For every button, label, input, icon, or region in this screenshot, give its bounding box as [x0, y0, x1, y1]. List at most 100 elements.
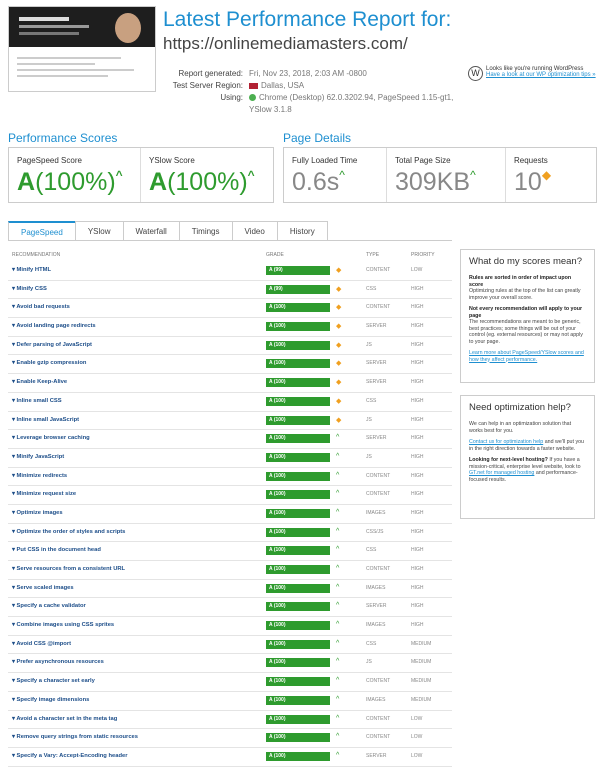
- wordpress-notice: W Looks like you're running WordPress Hav…: [468, 66, 598, 81]
- recommendation-name[interactable]: Minify JavaScript: [12, 454, 65, 460]
- panel-bold-text: Not every recommendation will apply to y…: [469, 306, 583, 319]
- type-cell: JS: [366, 453, 372, 460]
- panel-text: The recommendations are meant to be gene…: [469, 319, 583, 345]
- table-row[interactable]: Minify HTML A (99) ◆ CONTENT LOW: [8, 262, 452, 281]
- report-url[interactable]: https://onlinemediamasters.com/: [163, 34, 408, 54]
- up-arrow-icon: ^: [336, 546, 340, 554]
- type-cell: CSS: [366, 285, 377, 292]
- recommendation-name[interactable]: Leverage browser caching: [12, 435, 90, 441]
- recommendation-name[interactable]: Avoid bad requests: [12, 304, 70, 310]
- table-row[interactable]: Enable Keep-Alive A (100) ◆ SERVER HIGH: [8, 374, 452, 393]
- table-row[interactable]: Prefer asynchronous resources A (100) ^ JS M…: [8, 654, 452, 674]
- diamond-icon: ◆: [336, 323, 342, 331]
- type-cell: IMAGES: [366, 622, 386, 629]
- table-row[interactable]: Optimize the order of styles and scripts…: [8, 524, 452, 543]
- up-arrow-icon: ^: [336, 434, 340, 442]
- table-row[interactable]: Serve scaled images A (100) ^ IMAGES HIGH: [8, 580, 452, 599]
- meta-value: Dallas, USA: [261, 81, 305, 90]
- optimization-help-panel: Need optimization help? We can help in a…: [460, 395, 595, 519]
- table-row[interactable]: Avoid bad requests A (100) ◆ CONTENT HIGH: [8, 299, 452, 319]
- type-cell: CONTENT: [366, 678, 391, 685]
- tab-video[interactable]: Video: [231, 221, 278, 240]
- recommendation-name[interactable]: Optimize images: [12, 510, 63, 516]
- table-row[interactable]: Remove query strings from static resourc…: [8, 729, 452, 748]
- type-cell: CONTENT: [366, 566, 391, 572]
- diamond-icon: ◆: [336, 341, 342, 349]
- up-arrow-icon: ^: [336, 658, 340, 666]
- table-row[interactable]: Minimize redirects A (100) ^ CONTENT HIGH: [8, 468, 452, 487]
- table-row[interactable]: Minimize request size A (100) ^ CONTENT HIGH: [8, 486, 452, 505]
- priority-cell: HIGH: [411, 323, 424, 330]
- priority-cell: HIGH: [411, 341, 424, 348]
- table-row[interactable]: Minify JavaScript A (100) ^ JS HIGH: [8, 449, 452, 468]
- grade-bar: A (100): [266, 751, 330, 761]
- tab-pagespeed[interactable]: PageSpeed: [8, 221, 76, 240]
- recommendation-name[interactable]: Specify a cache validator: [12, 603, 86, 609]
- recommendation-name[interactable]: Remove query strings from static resourc…: [12, 734, 138, 740]
- table-row[interactable]: Combine images using CSS sprites A (100) ^…: [8, 617, 452, 636]
- recommendation-name[interactable]: Serve scaled images: [12, 585, 74, 591]
- recommendation-name[interactable]: Avoid CSS @import: [12, 641, 71, 647]
- table-row[interactable]: Avoid landing page redirects A (100) ◆ SERV…: [8, 318, 452, 337]
- table-row[interactable]: Minify CSS A (99) ◆ CSS HIGH: [8, 281, 452, 300]
- tab-timings[interactable]: Timings: [178, 221, 233, 240]
- table-row[interactable]: Leverage browser caching A (100) ^ SERVER HI…: [8, 430, 452, 449]
- type-cell: CONTENT: [366, 267, 391, 273]
- grade-bar: A (100): [266, 490, 330, 500]
- diamond-icon: ◆: [336, 285, 342, 293]
- site-thumbnail: [8, 6, 156, 92]
- table-row[interactable]: Avoid a character set in the meta tag A (…: [8, 711, 452, 730]
- table-row[interactable]: Specify a Vary: Accept-Encoding header A …: [8, 748, 452, 767]
- contact-us-link[interactable]: Contact us for optimization help: [469, 439, 543, 445]
- recommendation-name[interactable]: Serve resources from a consistent URL: [12, 566, 126, 572]
- grade-bar: A (100): [266, 322, 330, 332]
- grade-bar: A (100): [266, 658, 330, 668]
- tab-waterfall[interactable]: Waterfall: [122, 221, 180, 240]
- panel-bold-text: Rules are sorted in order of impact upon…: [469, 275, 572, 288]
- tab-history[interactable]: History: [276, 221, 328, 240]
- recommendation-name[interactable]: Inline small JavaScript: [12, 417, 80, 423]
- recommendation-name[interactable]: Avoid landing page redirects: [12, 323, 95, 329]
- recommendation-name[interactable]: Minimize request size: [12, 491, 77, 497]
- grade-bar: A (100): [266, 434, 330, 444]
- recommendation-name[interactable]: Defer parsing of JavaScript: [12, 342, 92, 348]
- recommendation-name[interactable]: Enable gzip compression: [12, 360, 87, 366]
- wp-tips-link[interactable]: Have a look at our WP optimization tips …: [486, 72, 596, 78]
- requests: Requests 10◆: [506, 148, 596, 202]
- recommendation-name[interactable]: Prefer asynchronous resources: [12, 659, 104, 665]
- recommendation-name[interactable]: Avoid a character set in the meta tag: [12, 716, 117, 722]
- recommendation-name[interactable]: Combine images using CSS sprites: [12, 622, 115, 628]
- table-row[interactable]: Specify a cache validator A (100) ^ SERVER H…: [8, 598, 452, 618]
- recommendation-name[interactable]: Optimize the order of styles and scripts: [12, 529, 126, 535]
- table-row[interactable]: Specify a character set early A (100) ^ CON…: [8, 673, 452, 692]
- recommendation-name[interactable]: Put CSS in the document head: [12, 547, 101, 553]
- table-row[interactable]: Inline small JavaScript A (100) ◆ JS HIGH: [8, 412, 452, 431]
- priority-cell: HIGH: [411, 397, 424, 404]
- table-row[interactable]: Optimize images A (100) ^ IMAGES HIGH: [8, 505, 452, 524]
- table-row[interactable]: Defer parsing of JavaScript A (100) ◆ JS HIG…: [8, 337, 452, 356]
- table-row[interactable]: Put CSS in the document head A (100) ^ CSS H…: [8, 542, 452, 561]
- table-row[interactable]: Avoid CSS @import A (100) ^ CSS MEDIUM: [8, 636, 452, 655]
- tab-yslow[interactable]: YSlow: [74, 221, 124, 240]
- priority-cell: HIGH: [411, 304, 424, 311]
- requests-label: Requests: [514, 156, 548, 165]
- table-row[interactable]: Serve resources from a consistent URL A (…: [8, 561, 452, 580]
- recommendation-name[interactable]: Specify a character set early: [12, 678, 95, 684]
- learn-more-link[interactable]: Learn more about PageSpeed/YSlow scores …: [469, 350, 584, 363]
- table-row[interactable]: Enable gzip compression A (100) ◆ SERVER HIG…: [8, 355, 452, 375]
- recommendation-name[interactable]: Minimize redirects: [12, 473, 68, 479]
- gtnet-hosting-link[interactable]: GT.net for managed hosting: [469, 470, 534, 476]
- recommendation-name[interactable]: Minify CSS: [12, 286, 47, 292]
- recommendation-name[interactable]: Specify image dimensions: [12, 697, 90, 703]
- meta-value: Chrome (Desktop) 62.0.3202.94, PageSpeed…: [249, 93, 454, 114]
- recommendation-name[interactable]: Specify a Vary: Accept-Encoding header: [12, 753, 128, 759]
- recommendation-name[interactable]: Enable Keep-Alive: [12, 379, 68, 385]
- priority-cell: HIGH: [411, 379, 424, 386]
- up-arrow-icon: ^: [336, 733, 340, 741]
- table-row[interactable]: Inline small CSS A (100) ◆ CSS HIGH: [8, 393, 452, 412]
- table-row[interactable]: Specify image dimensions A (100) ^ IMAGES ME…: [8, 692, 452, 711]
- recommendation-name[interactable]: Inline small CSS: [12, 398, 62, 404]
- up-arrow-icon: ^: [115, 168, 123, 182]
- pagespeed-grade: A: [17, 168, 36, 196]
- recommendation-name[interactable]: Minify HTML: [12, 267, 51, 273]
